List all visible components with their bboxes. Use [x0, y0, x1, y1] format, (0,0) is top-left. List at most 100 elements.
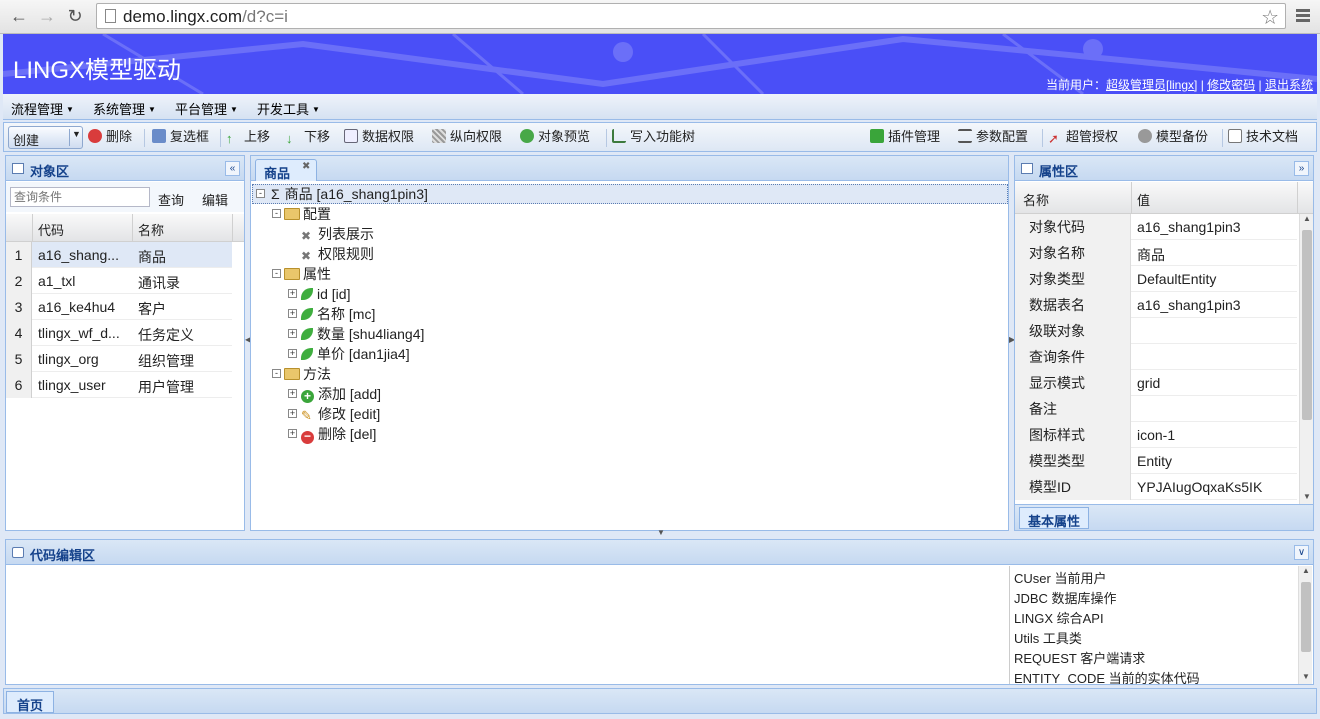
api-item[interactable]: Utils 工具类: [1014, 628, 1082, 647]
expand-toggle[interactable]: +: [288, 389, 297, 398]
expand-toggle[interactable]: +: [288, 409, 297, 418]
property-row[interactable]: 对象名称 商品: [1015, 240, 1297, 266]
expand-toggle[interactable]: +: [288, 349, 297, 358]
delete-button[interactable]: 删除: [88, 128, 132, 148]
chevron-down-icon[interactable]: ▼: [72, 129, 81, 139]
tree-node-method-add[interactable]: + 添加 [add]: [301, 384, 381, 404]
tree-node-attr[interactable]: id [id]: [301, 284, 350, 304]
scroll-up-icon[interactable]: ▲: [1300, 214, 1314, 226]
expand-toggle[interactable]: +: [288, 429, 297, 438]
api-item[interactable]: LINGX 综合API: [1014, 608, 1104, 627]
url-text[interactable]: demo.lingx.com/d?c=i: [123, 7, 288, 27]
logout-link[interactable]: 退出系统: [1265, 78, 1313, 92]
api-item[interactable]: ENTITY_CODE 当前的实体代码: [1014, 668, 1200, 684]
tree-node-methods[interactable]: 方法: [284, 364, 331, 384]
scroll-down-icon[interactable]: ▼: [1300, 492, 1314, 504]
expand-toggle[interactable]: +: [288, 329, 297, 338]
tab-home[interactable]: 首页: [6, 691, 55, 713]
model-backup-button[interactable]: 模型备份: [1138, 128, 1208, 148]
browser-menu-icon[interactable]: [1296, 9, 1310, 23]
expand-toggle[interactable]: +: [288, 309, 297, 318]
move-down-button[interactable]: ↓ 下移: [286, 128, 330, 148]
column-name[interactable]: 名称: [1023, 190, 1049, 209]
column-code[interactable]: 代码: [38, 220, 64, 239]
property-row[interactable]: 级联对象: [1015, 318, 1297, 344]
property-row[interactable]: 数据表名 a16_shang1pin3: [1015, 292, 1297, 318]
reload-icon[interactable]: ↻: [64, 5, 86, 27]
collapse-right-icon[interactable]: »: [1294, 161, 1309, 176]
scroll-thumb[interactable]: [1301, 582, 1311, 652]
change-password-link[interactable]: 修改密码: [1207, 78, 1255, 92]
tree-node-attr[interactable]: 数量 [shu4liang4]: [301, 324, 424, 344]
tree-node-method-del[interactable]: − 删除 [del]: [301, 424, 376, 444]
menu-process[interactable]: 流程管理 ▼: [11, 99, 74, 118]
collapse-toggle[interactable]: -: [272, 209, 281, 218]
tree-root[interactable]: Σ 商品 [a16_shang1pin3]: [271, 184, 428, 204]
move-up-button[interactable]: ↑ 上移: [226, 128, 270, 148]
object-row[interactable]: 6 tlingx_user 用户管理: [6, 372, 232, 398]
horizontal-splitter[interactable]: ▼: [3, 528, 1317, 537]
tree-node-attributes[interactable]: 属性: [284, 264, 331, 284]
tab-product[interactable]: 商品 ✖: [255, 159, 317, 181]
scroll-thumb[interactable]: [1302, 230, 1312, 420]
tree-node-list-display[interactable]: ✖ 列表展示: [301, 224, 374, 244]
property-row[interactable]: 图标样式 icon-1: [1015, 422, 1297, 448]
back-arrow-icon[interactable]: ←: [8, 5, 30, 27]
object-row[interactable]: 3 a16_ke4hu4 客户: [6, 294, 232, 320]
property-row[interactable]: 对象类型 DefaultEntity: [1015, 266, 1297, 292]
tech-docs-button[interactable]: 技术文档: [1228, 128, 1298, 148]
column-name[interactable]: 名称: [138, 220, 164, 239]
tree-node-attr[interactable]: 单价 [dan1jia4]: [301, 344, 410, 364]
object-row[interactable]: 2 a1_txl 通讯录: [6, 268, 232, 294]
property-row[interactable]: 模型ID YPJAIugOqxaKs5IK: [1015, 474, 1297, 500]
vertical-permission-button[interactable]: 纵向权限: [432, 128, 502, 148]
collapse-toggle[interactable]: -: [256, 189, 265, 198]
collapse-left-icon[interactable]: «: [225, 161, 240, 176]
super-auth-button[interactable]: ➚ 超管授权: [1048, 128, 1118, 148]
forward-arrow-icon[interactable]: →: [36, 5, 58, 27]
param-config-button[interactable]: 参数配置: [958, 128, 1028, 148]
menu-platform[interactable]: 平台管理 ▼: [175, 99, 238, 118]
bookmark-star-icon[interactable]: ☆: [1261, 5, 1279, 30]
expand-toggle[interactable]: +: [288, 289, 297, 298]
chevron-down-icon[interactable]: ▼: [657, 528, 665, 537]
checkbox-button[interactable]: 复选框: [152, 128, 209, 148]
search-button[interactable]: 查询: [158, 190, 184, 209]
write-function-tree-button[interactable]: 写入功能树: [612, 128, 695, 148]
edit-button[interactable]: 编辑: [202, 190, 228, 209]
property-row[interactable]: 模型类型 Entity: [1015, 448, 1297, 474]
tree-node-config[interactable]: 配置: [284, 204, 331, 224]
scroll-down-icon[interactable]: ▼: [1299, 672, 1313, 684]
collapse-down-icon[interactable]: ∨: [1294, 545, 1309, 560]
tree-node-method-edit[interactable]: ✎ 修改 [edit]: [301, 404, 380, 424]
tab-basic-properties[interactable]: 基本属性: [1019, 507, 1090, 529]
collapse-toggle[interactable]: -: [272, 369, 281, 378]
menu-system[interactable]: 系统管理 ▼: [93, 99, 156, 118]
close-icon[interactable]: ✖: [302, 161, 310, 172]
api-item[interactable]: JDBC 数据库操作: [1014, 588, 1117, 607]
column-value[interactable]: 值: [1137, 190, 1150, 209]
data-permission-button[interactable]: 数据权限: [344, 128, 414, 148]
preview-button[interactable]: 对象预览: [520, 128, 590, 148]
create-button[interactable]: 创建 ▼: [8, 126, 83, 149]
tree-node-attr[interactable]: 名称 [mc]: [301, 304, 375, 324]
object-row[interactable]: 4 tlingx_wf_d... 任务定义: [6, 320, 232, 346]
address-bar[interactable]: demo.lingx.com/d?c=i ☆: [96, 3, 1286, 29]
user-name-link[interactable]: 超级管理员[lingx]: [1106, 78, 1197, 92]
object-row[interactable]: 5 tlingx_org 组织管理: [6, 346, 232, 372]
api-item[interactable]: CUser 当前用户: [1014, 568, 1106, 587]
plugin-manage-button[interactable]: 插件管理: [870, 128, 940, 148]
tree-node-perm-rules[interactable]: ✖ 权限规则: [301, 244, 374, 264]
property-row[interactable]: 查询条件: [1015, 344, 1297, 370]
object-search-input[interactable]: [10, 187, 150, 207]
api-list-scrollbar[interactable]: ▲ ▼: [1298, 566, 1312, 684]
property-row[interactable]: 对象代码 a16_shang1pin3: [1015, 214, 1297, 240]
api-item[interactable]: REQUEST 客户端请求: [1014, 648, 1145, 667]
object-row[interactable]: 1 a16_shang... 商品: [6, 242, 232, 268]
property-row[interactable]: 备注: [1015, 396, 1297, 422]
code-editor-area[interactable]: [6, 566, 1008, 684]
menu-devtools[interactable]: 开发工具 ▼: [257, 99, 320, 118]
property-scrollbar[interactable]: ▲ ▼: [1299, 214, 1313, 504]
collapse-toggle[interactable]: -: [272, 269, 281, 278]
property-row[interactable]: 显示模式 grid: [1015, 370, 1297, 396]
